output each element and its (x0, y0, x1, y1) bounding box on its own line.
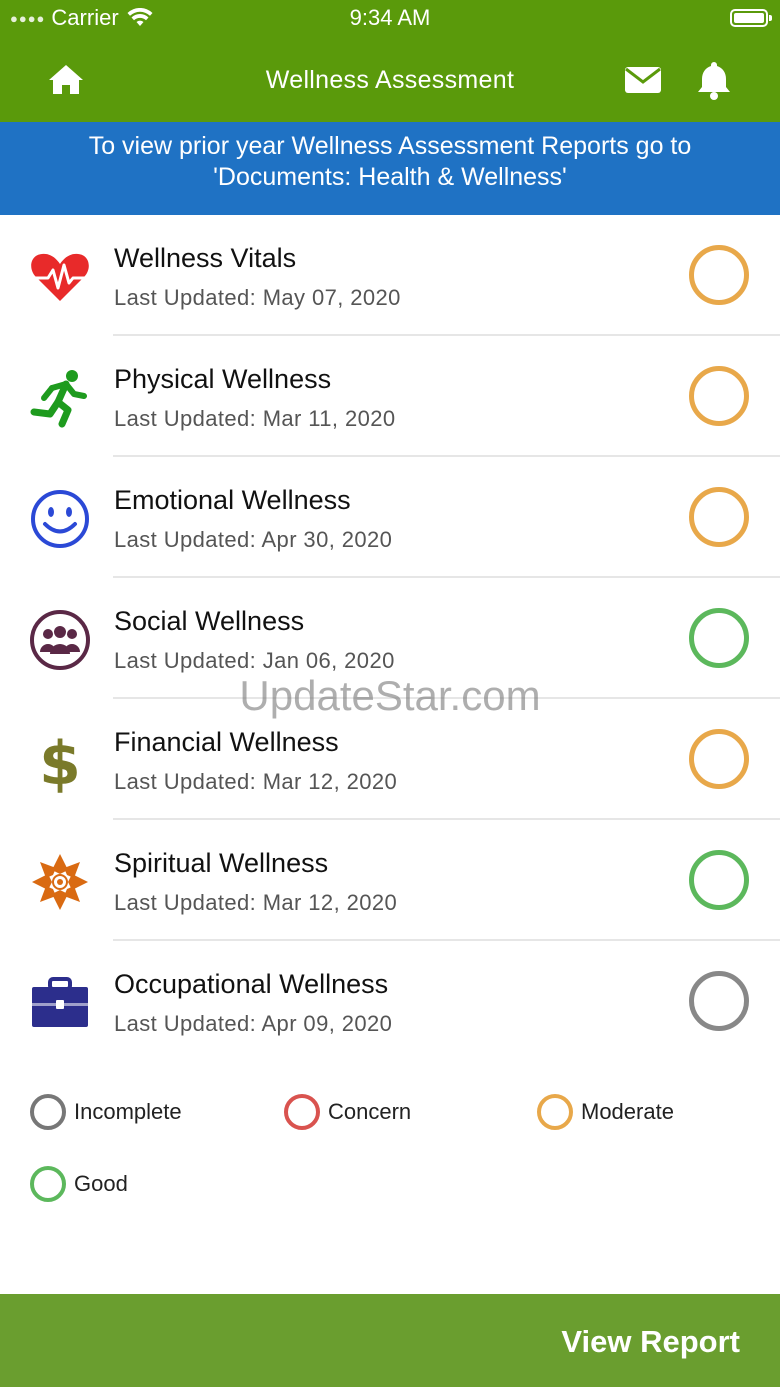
legend-label: Incomplete (74, 1099, 182, 1124)
status-indicator (689, 245, 749, 305)
row-title: Emotional Wellness (114, 485, 351, 515)
row-title: Social Wellness (114, 606, 305, 636)
status-bar: ●●●● Carrier 9:34 AM (0, 0, 780, 40)
mandala-flower-icon (28, 850, 92, 914)
clock: 9:34 AM (349, 5, 431, 30)
mail-icon (625, 67, 661, 93)
legend-label: Good (74, 1171, 128, 1196)
row-updated: Last Updated: Mar 12, 2020 (114, 769, 398, 794)
view-report-button[interactable]: View Report (0, 1294, 780, 1387)
legend-ring-icon (30, 1166, 66, 1202)
messages-button[interactable] (624, 64, 662, 96)
view-report-label: View Report (561, 1324, 740, 1359)
assessment-row-physical-wellness[interactable]: Physical Wellness Last Updated: Mar 11, … (0, 336, 780, 457)
svg-text:$: $ (39, 729, 81, 793)
row-title: Wellness Vitals (114, 243, 297, 273)
assessment-row-spiritual-wellness[interactable]: Spiritual Wellness Last Updated: Mar 12,… (0, 820, 780, 941)
row-title: Physical Wellness (114, 364, 332, 394)
assessment-row-emotional-wellness[interactable]: Emotional Wellness Last Updated: Apr 30,… (0, 457, 780, 578)
assessment-row-social-wellness[interactable]: Social Wellness Last Updated: Jan 06, 20… (0, 578, 780, 699)
bell-icon (698, 62, 730, 100)
legend-item: Moderate (537, 1094, 674, 1130)
battery-icon (730, 9, 772, 27)
status-indicator (689, 366, 749, 426)
banner-line-1: To view prior year Wellness Assessment R… (88, 132, 692, 160)
heart-pulse-icon (28, 245, 92, 309)
legend-label: Moderate (581, 1099, 674, 1124)
briefcase-icon (28, 971, 92, 1035)
legend-ring-icon (30, 1094, 66, 1130)
assessment-row-wellness-vitals[interactable]: Wellness Vitals Last Updated: May 07, 20… (0, 215, 780, 336)
row-updated: Last Updated: Mar 11, 2020 (114, 406, 396, 431)
legend-item: Concern (284, 1094, 411, 1130)
status-indicator (689, 850, 749, 910)
row-updated: Last Updated: Jan 06, 2020 (114, 648, 395, 673)
status-indicator (689, 487, 749, 547)
row-title: Spiritual Wellness (114, 848, 329, 878)
running-person-icon (28, 366, 92, 430)
legend-item: Incomplete (30, 1094, 182, 1130)
status-indicator (689, 971, 749, 1031)
assessment-list: Wellness Vitals Last Updated: May 07, 20… (0, 215, 780, 1062)
prior-reports-banner: To view prior year Wellness Assessment R… (0, 122, 780, 215)
dollar-sign-icon: $ (28, 729, 92, 799)
row-title: Occupational Wellness (114, 969, 389, 999)
row-updated: Last Updated: May 07, 2020 (114, 285, 401, 310)
status-indicator (689, 608, 749, 668)
people-group-icon (28, 608, 92, 672)
row-updated: Last Updated: Apr 09, 2020 (114, 1011, 393, 1036)
row-updated: Last Updated: Mar 12, 2020 (114, 890, 398, 915)
row-title: Financial Wellness (114, 727, 339, 757)
smiley-face-icon (28, 487, 92, 551)
top-bar: ●●●● Carrier 9:34 AM Wellness Assessment (0, 0, 780, 122)
status-indicator (689, 729, 749, 789)
legend-item: Good (30, 1166, 128, 1202)
page-title: Wellness Assessment (265, 66, 515, 94)
assessment-row-occupational-wellness[interactable]: Occupational Wellness Last Updated: Apr … (0, 941, 780, 1062)
legend-label: Concern (328, 1099, 412, 1124)
banner-line-2: 'Documents: Health & Wellness' (213, 163, 567, 191)
legend-ring-icon (284, 1094, 320, 1130)
legend-ring-icon (537, 1094, 573, 1130)
assessment-row-financial-wellness[interactable]: $ Financial Wellness Last Updated: Mar 1… (0, 699, 780, 820)
notifications-button[interactable] (696, 60, 732, 100)
row-updated: Last Updated: Apr 30, 2020 (114, 527, 393, 552)
